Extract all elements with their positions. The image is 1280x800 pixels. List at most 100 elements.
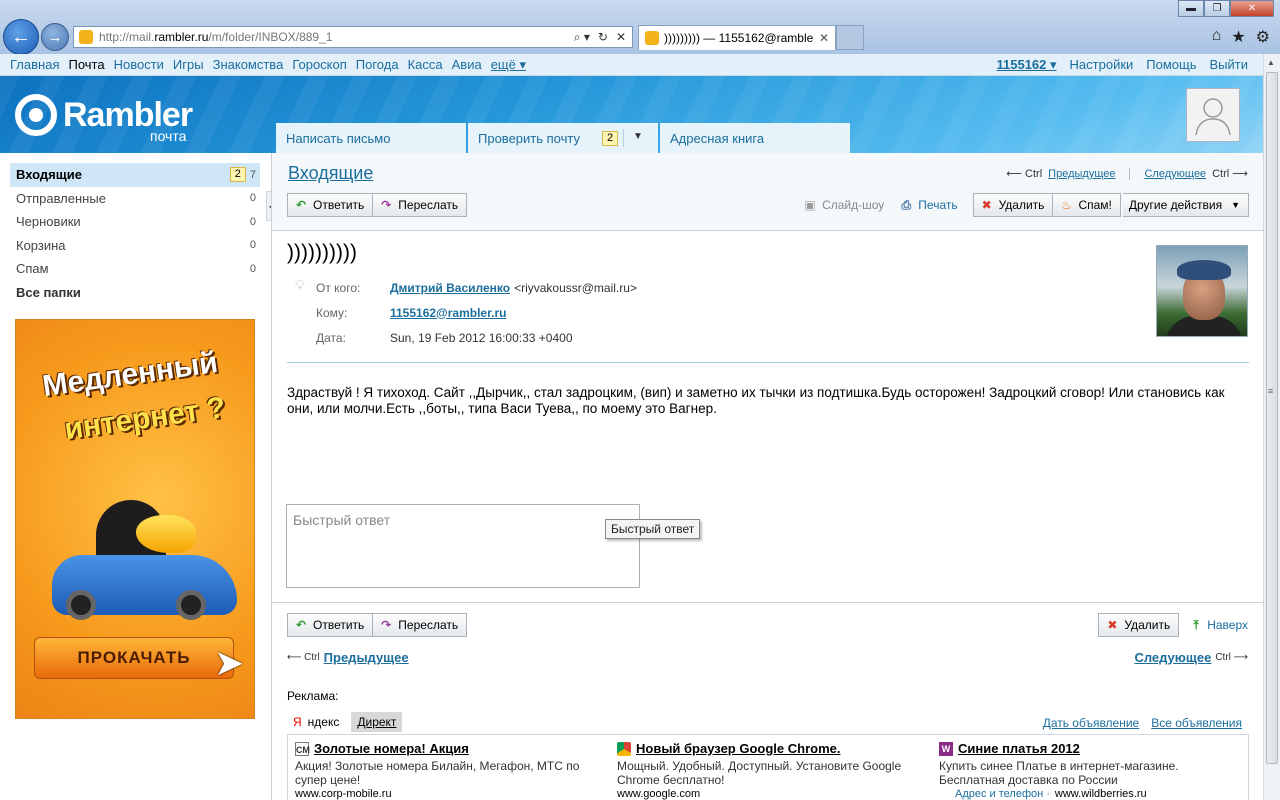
nav-tickets[interactable]: Касса [408,57,443,72]
ad-banner[interactable]: Медленный интернет ? ПРОКАЧАТЬ ➤ [15,319,255,719]
nav-horoscope[interactable]: Гороскоп [292,57,346,72]
address-phone-link[interactable]: Адрес и телефон · [955,788,1050,800]
message-headers: От кого: Дмитрий Василенко <riyvakoussr@ma… [316,280,637,345]
nav-dating[interactable]: Знакомства [213,57,284,72]
place-ad-link[interactable]: Дать объявление [1043,716,1140,730]
nav-news[interactable]: Новости [114,57,164,72]
window-controls: ▬ ❐ ✕ [1178,0,1274,17]
sender-photo[interactable] [1156,245,1248,337]
slideshow-button[interactable]: ▣ Слайд-шоу [803,198,884,212]
gear-icon[interactable]: ⚙ [1256,27,1270,47]
tab-close-icon[interactable]: ✕ [819,31,835,45]
mail-header: Rambler почта Написать письмо Проверить … [0,76,1263,153]
arrow-up-icon: ⤒ [1193,618,1199,632]
folder-title[interactable]: Входящие [288,163,373,184]
favorites-star-icon[interactable]: ★ [1231,27,1245,47]
folder-all[interactable]: Все папки [10,281,260,305]
nav-more[interactable]: ещё ▾ [491,57,526,73]
ad-title-link[interactable]: Синие платья 2012 [958,741,1080,756]
logout-link[interactable]: Выйти [1210,57,1249,73]
scroll-grip-icon: ≡ [1268,386,1274,396]
fire-icon: ♨ [1061,198,1072,212]
message-body: Здраствуй ! Я тихоход. Сайт ,,Дырчик,, с… [287,385,1225,416]
prev-message-link[interactable]: Предыдущее [1048,168,1115,180]
ad-title-link[interactable]: Золотые номера! Акция [314,741,469,756]
portal-nav: Главная Почта Новости Игры Знакомства Го… [0,54,1263,76]
check-mail-tab[interactable]: Проверить почту 2 ▼ [468,123,658,153]
ad-cta-button[interactable]: ПРОКАЧАТЬ [34,637,234,679]
message-toolbar-area: Входящие ⟵ Ctrl Предыдущее Следующее Ctr… [272,153,1264,231]
compose-tab[interactable]: Написать письмо [276,123,466,153]
forward-button[interactable]: → [41,23,69,51]
divider [272,602,1264,603]
nav-avia[interactable]: Авиа [452,57,482,72]
forward-button[interactable]: ↷ Переслать [373,193,468,217]
nav-main[interactable]: Главная [10,57,59,72]
ad-item: СМ Золотые номера! Акция Акция! Золотые н… [295,741,580,800]
nav-weather[interactable]: Погода [356,57,399,72]
avatar[interactable] [1186,88,1240,142]
reply-button-bottom[interactable]: ↶ Ответить [287,613,374,637]
close-window-button[interactable]: ✕ [1230,0,1274,17]
settings-link[interactable]: Настройки [1070,57,1134,73]
chevron-down-icon[interactable]: ▼ [633,131,643,142]
home-icon[interactable]: ⌂ [1212,27,1222,47]
search-dropdown-icon[interactable]: ⌕ ▾ [574,30,590,45]
quick-reply-input[interactable]: Быстрый ответ [286,504,640,588]
other-actions-button[interactable]: Другие действия ▼ [1122,193,1249,217]
recipient-link[interactable]: 1155162@rambler.ru [390,306,506,320]
folder-spam[interactable]: Спам 0 [10,257,260,281]
address-bar[interactable]: http://mail.rambler.ru/m/folder/INBOX/88… [73,26,633,48]
google-icon [617,741,631,756]
ad-item: W Синие платья 2012 Купить синее Платье в… [939,741,1179,800]
stop-icon[interactable]: ✕ [616,30,626,45]
scroll-up-icon[interactable]: ▲ [1267,58,1275,67]
spam-button[interactable]: ♨ Спам! [1053,193,1121,217]
forward-icon: ↷ [381,198,392,212]
vertical-scrollbar[interactable]: ▲ ≡ [1263,54,1280,800]
maximize-button[interactable]: ❐ [1204,0,1230,17]
nav-mail[interactable]: Почта [68,57,104,72]
forward-icon: ↷ [381,618,392,632]
lightbulb-icon[interactable]: 💡︎ [295,277,305,294]
next-message-link[interactable]: Следующее [1144,168,1206,180]
folder-sent[interactable]: Отправленные 0 [10,187,260,211]
new-mail-count-badge: 2 [602,131,619,146]
all-ads-link[interactable]: Все объявления [1151,716,1242,730]
user-menu[interactable]: 1155162 ▾ [997,57,1057,73]
chevron-down-icon: ▼ [1231,200,1240,210]
minimize-button[interactable]: ▬ [1178,0,1204,17]
next-message-link-bottom[interactable]: Следующее [1134,650,1211,665]
address-book-tab[interactable]: Адресная книга [660,123,850,153]
new-tab-button[interactable] [836,25,864,50]
back-button[interactable]: ← [3,19,39,55]
message-subject: )))))))))) [287,241,357,264]
ads-tab-yandex[interactable]: Яндекс [287,712,351,732]
corp-mobile-icon: СМ [295,741,310,756]
sender-email: <riyvakoussr@mail.ru> [514,280,637,295]
folder-list: Входящие 27 Отправленные 0 Черновики 0 Кор… [10,163,260,304]
folder-trash[interactable]: Корзина 0 [10,234,260,258]
browser-chrome: ▬ ❐ ✕ ← → http://mail.rambler.ru/m/folde… [0,0,1280,55]
nav-games[interactable]: Игры [173,57,204,72]
to-top-link[interactable]: ⤒ Наверх [1189,618,1248,632]
ads-tab-direct[interactable]: Директ [351,712,403,732]
rambler-logo[interactable]: Rambler почта [15,94,193,144]
reply-button[interactable]: ↶ Ответить [287,193,374,217]
help-link[interactable]: Помощь [1146,57,1196,73]
forward-button-bottom[interactable]: ↷ Переслать [373,613,468,637]
folder-drafts[interactable]: Черновики 0 [10,210,260,234]
tab-favicon-icon [645,31,659,45]
refresh-icon[interactable]: ↻ [598,30,608,45]
sender-name-link[interactable]: Дмитрий Василенко [390,281,510,295]
delete-button[interactable]: ✖ Удалить [972,193,1054,217]
reply-icon: ↶ [295,198,307,212]
ad-title-link[interactable]: Новый браузер Google Chrome. [636,741,840,756]
scroll-thumb[interactable] [1266,72,1278,764]
folder-inbox[interactable]: Входящие 27 [10,163,260,187]
cursor-icon: ➤ [214,642,245,683]
print-button[interactable]: ⎙ Печать [899,198,957,212]
prev-message-link-bottom[interactable]: Предыдущее [324,650,409,665]
delete-button-bottom[interactable]: ✖ Удалить [1098,613,1180,637]
browser-tab[interactable]: ))))))))) — 1155162@rambler... ✕ [638,25,836,50]
